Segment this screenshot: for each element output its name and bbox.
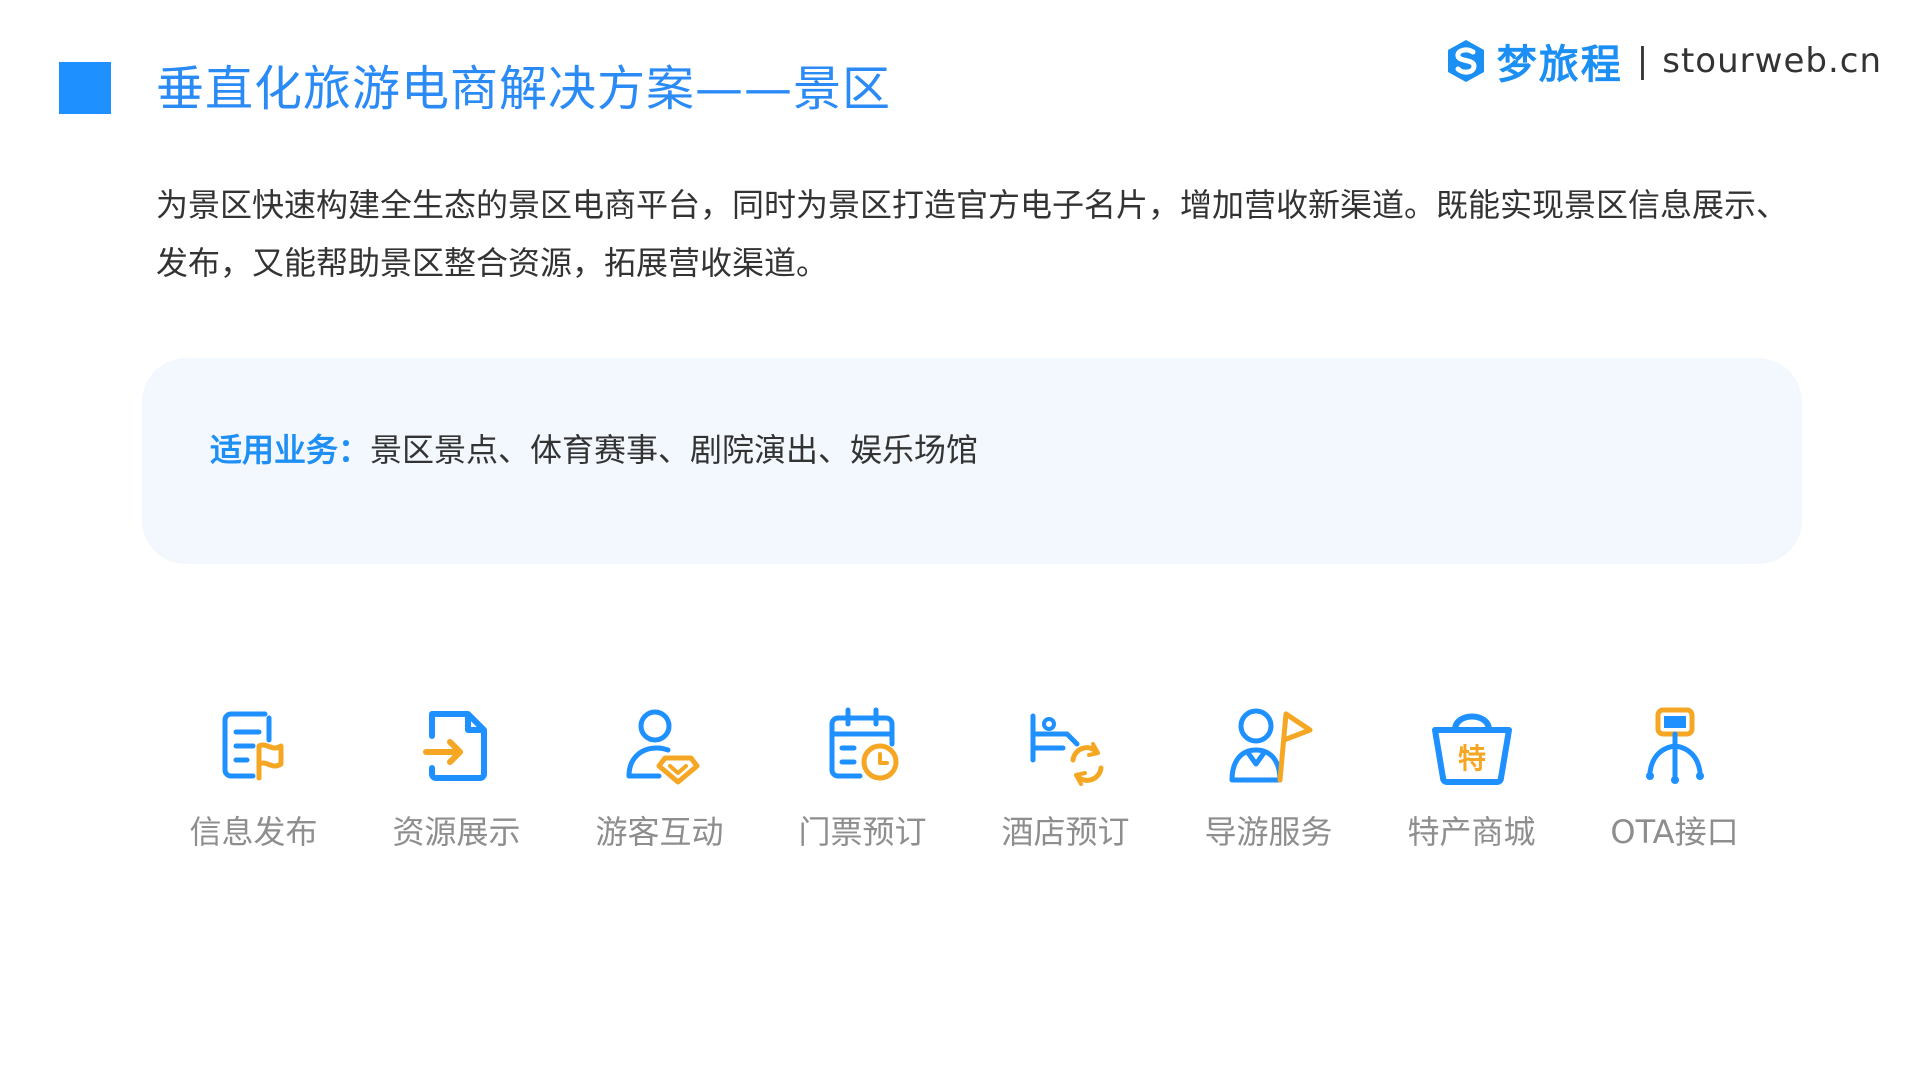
feature-label: 游客互动 — [595, 813, 724, 851]
feature-hotel-booking[interactable]: 酒店预订 — [964, 700, 1167, 854]
feature-visitor-interaction[interactable]: 游客互动 — [558, 700, 761, 854]
brand-name: 梦旅程 — [1496, 42, 1623, 88]
page-title: 垂直化旅游电商解决方案——景区 — [156, 61, 892, 117]
feature-info-publish[interactable]: 信息发布 — [152, 700, 355, 854]
feature-ticket-booking[interactable]: 门票预订 — [761, 700, 964, 854]
slide-page: 垂直化旅游电商解决方案——景区 梦旅程 | stourweb.cn 为景区快速构… — [0, 0, 1920, 1080]
shopping-basket-icon: 特 — [1431, 713, 1512, 785]
brand-site: stourweb.cn — [1662, 41, 1882, 81]
business-label: 适用业务： — [210, 431, 371, 469]
title-marker — [59, 62, 111, 114]
document-flag-icon — [222, 711, 283, 781]
user-diamond-icon — [626, 709, 699, 785]
business-line: 适用业务：景区景点、体育赛事、剧院演出、娱乐场馆 — [210, 428, 978, 472]
feature-label: 特产商城 — [1407, 813, 1536, 851]
feature-ota-interface[interactable]: OTA接口 — [1573, 700, 1776, 854]
brand-separator: | — [1636, 41, 1649, 81]
intro-paragraph: 为景区快速构建全生态的景区电商平台，同时为景区打造官方电子名片，增加营收新渠道。… — [156, 186, 1789, 282]
business-card: 适用业务：景区景点、体育赛事、剧院演出、娱乐场馆 — [142, 358, 1802, 564]
feature-list: 信息发布 资源展示 游客互动 门票预订 酒店预订 导游服务 特 特产商城 OTA… — [152, 700, 1776, 854]
feature-specialty-mall[interactable]: 特 特产商城 — [1370, 700, 1573, 854]
svg-text:特: 特 — [1457, 742, 1485, 775]
calendar-clock-icon — [829, 707, 898, 781]
feature-label: 资源展示 — [392, 813, 521, 851]
bed-refresh-icon — [1030, 713, 1103, 786]
brand-s-icon — [1447, 40, 1484, 82]
file-arrow-icon — [422, 711, 487, 781]
feature-label: 信息发布 — [189, 813, 318, 851]
feature-label: 酒店预订 — [1001, 813, 1130, 851]
feature-resource-display[interactable]: 资源展示 — [355, 700, 558, 854]
feature-label: 门票预订 — [798, 813, 927, 851]
business-text: 景区景点、体育赛事、剧院演出、娱乐场馆 — [370, 431, 979, 469]
network-node-icon — [1645, 707, 1704, 784]
feature-guide-service[interactable]: 导游服务 — [1167, 700, 1370, 854]
feature-label: OTA接口 — [1610, 813, 1739, 851]
brand-logo-group: 梦旅程 | stourweb.cn — [1443, 34, 1882, 88]
feature-label: 导游服务 — [1204, 813, 1333, 851]
guide-flag-icon — [1229, 708, 1312, 783]
